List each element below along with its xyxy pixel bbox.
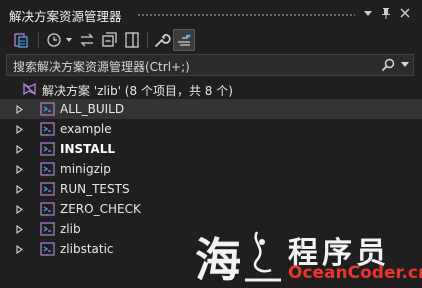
expand-arrow-icon[interactable] xyxy=(16,225,23,234)
project-label: example xyxy=(60,122,112,136)
pin-icon[interactable] xyxy=(378,5,394,21)
wrench-icon xyxy=(155,34,171,47)
expand-arrow-icon[interactable] xyxy=(16,165,23,174)
toolbar-separator xyxy=(38,32,39,48)
project-node[interactable]: ALL_BUILD xyxy=(0,99,422,119)
preview-selected-items-button[interactable] xyxy=(173,29,195,51)
search-box[interactable]: 搜索解决方案资源管理器(Ctrl+;) xyxy=(6,54,414,76)
project-label: ZERO_CHECK xyxy=(60,202,141,216)
project-icon xyxy=(40,102,55,116)
watermark-url-text: OceanCoder.cn xyxy=(288,263,422,283)
oceancoder-logo: 海 xyxy=(195,231,281,286)
project-icon xyxy=(40,122,55,136)
expand-arrow-icon[interactable] xyxy=(16,185,23,194)
project-icon xyxy=(40,202,55,216)
pending-changes-filter-button[interactable] xyxy=(44,29,74,51)
properties-button[interactable] xyxy=(150,29,172,51)
project-label: minigzip xyxy=(60,162,111,176)
project-node[interactable]: minigzip xyxy=(0,159,422,179)
project-node[interactable]: INSTALL xyxy=(0,139,422,159)
solution-icon xyxy=(23,82,36,96)
switch-views-icon xyxy=(14,33,28,48)
project-node[interactable]: RUN_TESTS xyxy=(0,179,422,199)
project-icon xyxy=(40,222,55,236)
toolbar-separator xyxy=(147,32,148,48)
history-icon xyxy=(47,33,72,47)
collapse-all-icon xyxy=(102,32,117,47)
solution-explorer-panel: 解决方案资源管理器 搜索解决方案资源管理器(Ctrl+;) 解决方案 'zlib… xyxy=(0,0,422,288)
solution-node[interactable]: 解决方案 'zlib' (8 个项目，共 8 个) xyxy=(0,79,422,99)
show-all-files-button[interactable] xyxy=(121,29,143,51)
search-options-chevron-icon[interactable] xyxy=(401,62,409,68)
preview-icon xyxy=(178,34,191,46)
search-input[interactable]: 搜索解决方案资源管理器(Ctrl+;) xyxy=(13,58,190,75)
project-label: INSTALL xyxy=(60,142,115,156)
project-label: ALL_BUILD xyxy=(60,102,125,116)
expand-arrow-icon[interactable] xyxy=(16,105,23,114)
project-icon xyxy=(40,182,55,196)
close-icon[interactable] xyxy=(397,5,413,21)
show-all-files-icon xyxy=(125,32,139,48)
panel-title: 解决方案资源管理器 xyxy=(9,9,122,24)
toolbar xyxy=(0,27,422,53)
expand-arrow-icon[interactable] xyxy=(16,145,23,154)
title-drag-handle[interactable] xyxy=(137,13,355,17)
project-label: zlibstatic xyxy=(60,242,114,256)
svg-text:海: 海 xyxy=(195,233,241,286)
project-icon xyxy=(40,162,55,176)
window-position-dropdown-icon[interactable] xyxy=(360,5,376,21)
project-icon xyxy=(40,242,55,256)
project-label: zlib xyxy=(60,222,81,236)
expand-arrow-icon[interactable] xyxy=(16,125,23,134)
sync-button[interactable] xyxy=(76,29,98,51)
expand-arrow-icon[interactable] xyxy=(16,245,23,254)
solution-label: 解决方案 'zlib' (8 个项目，共 8 个) xyxy=(42,84,233,98)
project-node[interactable]: example xyxy=(0,119,422,139)
project-label: RUN_TESTS xyxy=(60,182,130,196)
search-icon[interactable] xyxy=(381,58,395,72)
title-bar: 解决方案资源管理器 xyxy=(0,0,422,27)
collapse-all-button[interactable] xyxy=(98,29,120,51)
project-node[interactable]: ZERO_CHECK xyxy=(0,199,422,219)
expand-arrow-icon[interactable] xyxy=(16,205,23,214)
sync-icon xyxy=(80,33,94,47)
switch-views-button[interactable] xyxy=(10,29,32,51)
project-icon xyxy=(40,142,55,156)
